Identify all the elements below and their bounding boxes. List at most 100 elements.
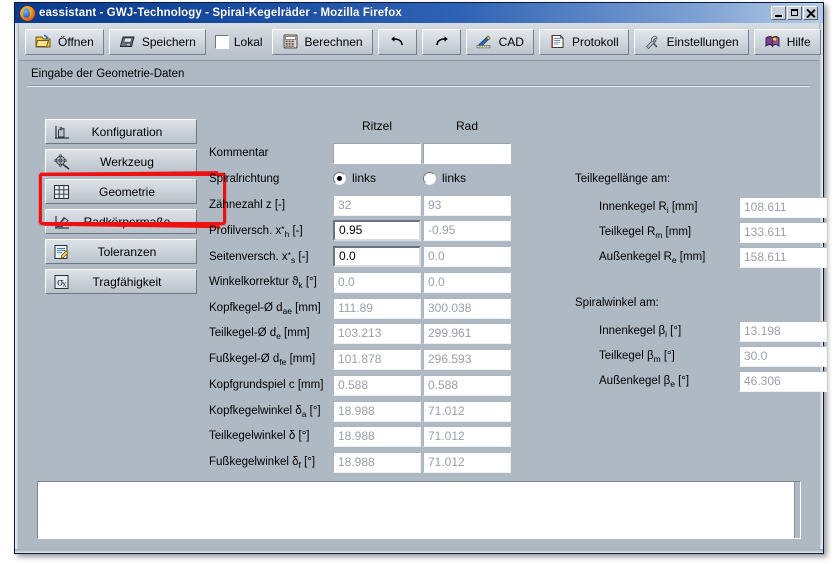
innenkegel-laenge-field[interactable]: 108.611	[739, 197, 827, 218]
calculator-icon	[282, 34, 299, 49]
kopfgrundspiel-ritzel-field[interactable]: 0.588	[333, 375, 421, 396]
document-icon	[549, 34, 566, 49]
kopfkegel-durchmesser-rad-field[interactable]: 300.038	[423, 298, 511, 319]
winkelkorrektur-rad-field[interactable]: 0.0	[423, 272, 511, 293]
radio-indicator[interactable]	[423, 171, 436, 185]
sidebar-item-geometrie[interactable]: Geometrie	[45, 179, 197, 204]
close-icon[interactable]	[803, 6, 818, 20]
redo-button[interactable]	[421, 28, 461, 55]
profilverschiebung-rad-field[interactable]: -0.95	[423, 220, 511, 241]
innenkegel-spiralwinkel-field[interactable]: 13.198	[739, 321, 827, 342]
teilkegel-durchmesser-ritzel-field[interactable]: 103.213	[333, 323, 421, 344]
sidebar-item-tragfaehigkeit[interactable]: σ x Tragfähigkeit	[45, 269, 197, 294]
kopfkegel-durchmesser-ritzel-field[interactable]: 111.89	[333, 298, 421, 319]
teilkegelwinkel-rad-field[interactable]: 71.012	[423, 426, 511, 447]
teilkegelwinkel-ritzel-field[interactable]: 18.988	[333, 426, 421, 447]
result-label: Außenkegel Re [mm]	[599, 251, 706, 265]
column-header-rad: Rad	[455, 119, 478, 133]
checkbox-box[interactable]	[214, 34, 229, 49]
spiralrichtung-ritzel-radio[interactable]: links	[333, 171, 376, 185]
save-button-label: Speichern	[141, 34, 196, 49]
column-header-ritzel: Ritzel	[361, 119, 392, 133]
fusskegelwinkel-rad-field[interactable]: 71.012	[423, 452, 511, 473]
einstellungen-button[interactable]: Einstellungen	[633, 28, 749, 55]
sidebar-item-label: Tragfähigkeit	[92, 274, 162, 289]
field-label: Teilkegel-Ø de [mm]	[209, 327, 310, 341]
sidebar-item-toleranzen[interactable]: Toleranzen	[45, 239, 197, 264]
profilverschiebung-ritzel-input[interactable]: 0.95	[333, 220, 421, 241]
application-window: eassistant - GWJ-Technology - Spiral-Keg…	[14, 2, 827, 554]
window-frame-right	[819, 3, 823, 553]
section-title: Eingabe der Geometrie-Daten	[31, 68, 185, 80]
section-divider	[27, 85, 809, 87]
berechnen-button-label: Berechnen	[304, 34, 363, 49]
kopfkegelwinkel-ritzel-field[interactable]: 18.988	[333, 401, 421, 422]
save-button[interactable]: Speichern	[108, 28, 206, 55]
aussenkegel-laenge-field[interactable]: 158.611	[739, 247, 827, 268]
results-row: Innenkegel βi [°] 13.198	[599, 321, 829, 344]
configuration-icon	[52, 123, 72, 141]
seitenverschiebung-rad-field[interactable]: 0.0	[423, 246, 511, 267]
fusskegelwinkel-ritzel-field[interactable]: 18.988	[333, 452, 421, 473]
gear-tool-icon	[52, 153, 72, 171]
lokal-checkbox[interactable]: Lokal	[211, 34, 267, 49]
help-book-icon	[764, 34, 781, 49]
seitenverschiebung-ritzel-input[interactable]: 0.0	[333, 246, 421, 267]
field-label: Zähnezahl z [-]	[209, 199, 286, 211]
field-label: Kopfgrundspiel c [mm]	[209, 379, 324, 391]
teilkegel-durchmesser-rad-field[interactable]: 299.961	[423, 323, 511, 344]
results-row: Teilkegel Rm [mm] 133.611	[599, 222, 829, 245]
field-label: Teilkegelwinkel δ [°]	[209, 430, 310, 442]
result-label: Teilkegel βm [°]	[599, 350, 675, 364]
field-label: Fußkegelwinkel δf [°]	[209, 456, 316, 470]
spiralrichtung-rad-radio[interactable]: links	[423, 171, 466, 185]
zaehnezahl-ritzel-field[interactable]: 32	[333, 195, 421, 216]
sidebar-item-label: Geometrie	[98, 184, 156, 199]
radio-indicator[interactable]	[333, 171, 346, 185]
spiralwinkel-group-title: Spiralwinkel am:	[575, 297, 659, 309]
sidebar-item-konfiguration[interactable]: Konfiguration	[45, 119, 197, 144]
toolbar: Öffnen Speichern Lokal Berechnen CAD Pro…	[19, 23, 821, 61]
zaehnezahl-rad-field[interactable]: 93	[423, 195, 511, 216]
maximize-icon[interactable]	[787, 6, 802, 20]
protokoll-button[interactable]: Protokoll	[538, 28, 629, 55]
result-label: Innenkegel βi [°]	[599, 325, 682, 339]
results-row: Außenkegel βe [°] 46.306	[599, 371, 829, 394]
kopfkegelwinkel-rad-field[interactable]: 71.012	[423, 401, 511, 422]
protokoll-button-label: Protokoll	[571, 34, 619, 49]
sidebar-item-label: Konfiguration	[91, 124, 163, 139]
cad-button[interactable]: CAD	[465, 28, 534, 55]
minimize-icon[interactable]	[771, 6, 786, 20]
firefox-icon	[20, 5, 35, 21]
field-label: Kopfkegelwinkel δa [°]	[209, 405, 321, 419]
sidebar-item-radkoerpermasse[interactable]: Radkörpermaße	[45, 209, 197, 234]
radio-label: links	[352, 171, 377, 185]
field-label: Spiralrichtung	[209, 173, 280, 185]
teilkegel-laenge-field[interactable]: 133.611	[739, 222, 827, 243]
aussenkegel-spiralwinkel-field[interactable]: 46.306	[739, 371, 827, 392]
output-textarea[interactable]	[37, 481, 801, 539]
cad-pencil-icon	[476, 34, 493, 49]
sidebar-item-werkzeug[interactable]: Werkzeug	[45, 149, 197, 174]
field-label: Profilversch. x*h [-]	[209, 224, 303, 239]
undo-button[interactable]	[377, 28, 417, 55]
floppy-disk-icon	[119, 34, 136, 49]
output-scrollbar[interactable]	[794, 482, 800, 538]
radio-label: links	[442, 171, 467, 185]
winkelkorrektur-ritzel-field[interactable]: 0.0	[333, 272, 421, 293]
kommentar-ritzel-input[interactable]	[333, 143, 421, 164]
berechnen-button[interactable]: Berechnen	[271, 28, 373, 55]
fusskegel-durchmesser-ritzel-field[interactable]: 101.878	[333, 349, 421, 370]
result-label: Teilkegel Rm [mm]	[599, 226, 692, 240]
open-button[interactable]: Öffnen	[25, 28, 104, 55]
window-controls	[771, 6, 821, 20]
fusskegel-durchmesser-rad-field[interactable]: 296.593	[423, 349, 511, 370]
teilkegel-spiralwinkel-field[interactable]: 30.0	[739, 346, 827, 367]
undo-arrow-icon	[389, 34, 406, 49]
window-frame-bottom	[15, 549, 823, 553]
results-row: Außenkegel Re [mm] 158.611	[599, 247, 829, 270]
kopfgrundspiel-rad-field[interactable]: 0.588	[423, 375, 511, 396]
hilfe-button[interactable]: Hilfe	[753, 28, 821, 55]
kommentar-rad-input[interactable]	[423, 143, 511, 164]
redo-arrow-icon	[433, 34, 450, 49]
